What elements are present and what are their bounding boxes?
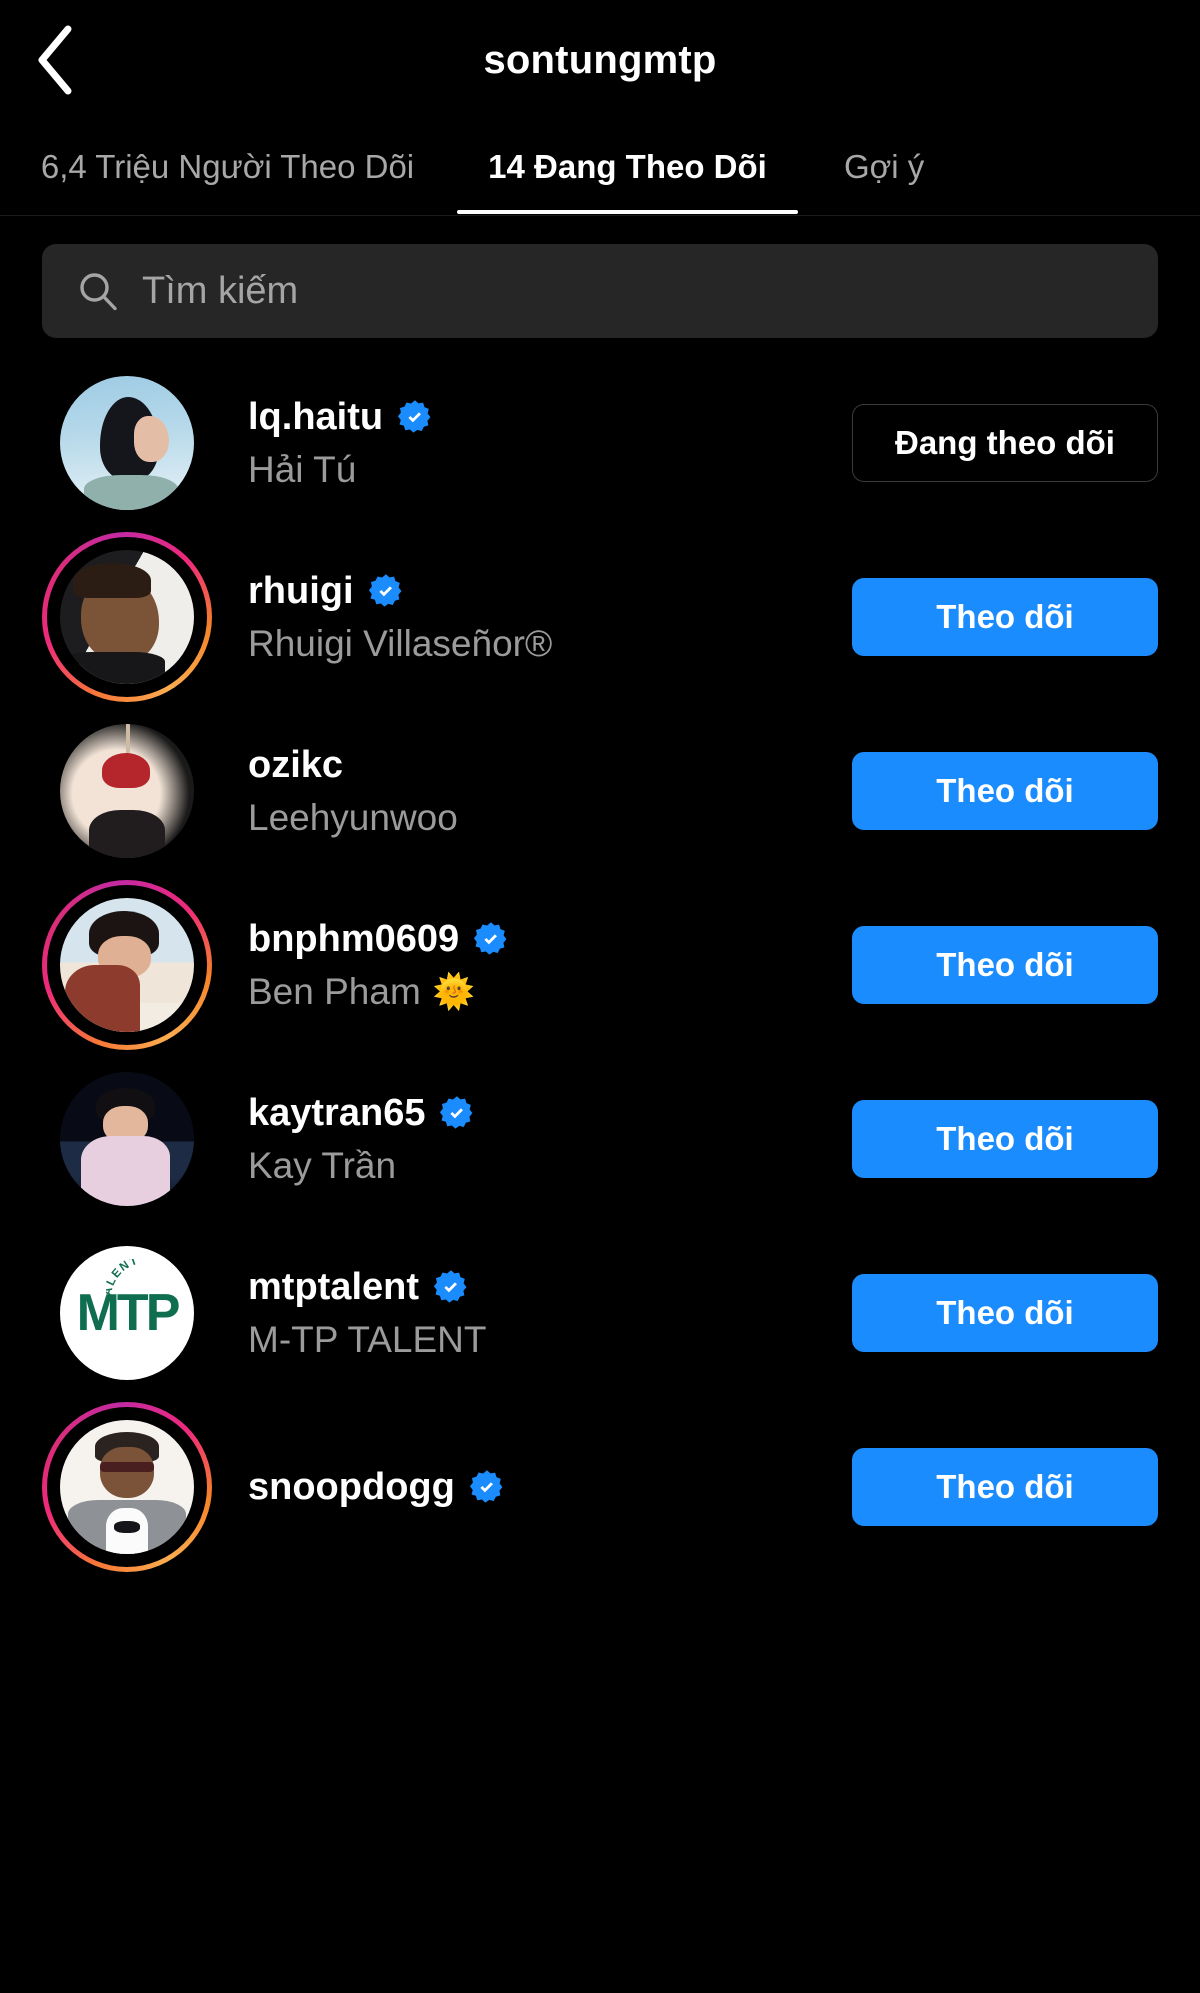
user-meta: ozikc Leehyunwoo [212,744,832,839]
row-action: Theo dõi [852,578,1158,656]
list-item[interactable]: ozikc Leehyunwoo Theo dõi [0,704,1200,878]
verified-badge-icon [473,921,509,957]
list-item[interactable]: rhuigi Rhuigi Villaseñor® Theo dõi [0,530,1200,704]
fullname: M-TP TALENT [248,1318,487,1360]
user-meta: rhuigi Rhuigi Villaseñor® [212,570,832,665]
fullname: Kay Trần [248,1144,397,1186]
tab-following-label: 14 Đang Theo Dõi [488,148,767,185]
search-placeholder: Tìm kiếm [142,269,299,312]
list-item[interactable]: snoopdogg Theo dõi [0,1400,1200,1574]
user-meta: kaytran65 Kay Trần [212,1092,832,1187]
avatar[interactable] [42,1402,212,1572]
page-title: sontungmtp [483,37,717,82]
follow-button[interactable]: Theo dõi [852,1100,1158,1178]
following-button[interactable]: Đang theo dõi [852,404,1158,482]
follow-button[interactable]: Theo dõi [852,578,1158,656]
username[interactable]: snoopdogg [248,1466,455,1509]
user-meta: mtptalent M-TP TALENT [212,1266,832,1361]
verified-badge-icon [469,1469,505,1505]
avatar-image [60,550,194,684]
fullname: Hải Tú [248,448,357,490]
fullname-line: Hải Tú [248,449,832,491]
verified-badge-icon [433,1269,469,1305]
fullname: Rhuigi Villaseñor® [248,622,553,664]
following-list: lq.haitu Hải Tú Đang theo dõi rhuigi Rhu… [0,338,1200,1574]
user-meta: bnphm0609 Ben Pham 🌞 [212,918,832,1013]
mtp-logo-letters: MTP [76,1284,181,1342]
follow-button[interactable]: Theo dõi [852,926,1158,1004]
follow-button[interactable]: Theo dõi [852,1448,1158,1526]
row-action: Theo dõi [852,752,1158,830]
avatar-image [60,724,194,858]
avatar[interactable] [42,880,212,1050]
fullname: Leehyunwoo [248,796,458,838]
back-button[interactable] [18,22,94,98]
list-item[interactable]: TALENT MTP mtptalent M-TP TALENT [0,1226,1200,1400]
fullname-line: Rhuigi Villaseñor® [248,623,832,665]
tab-followers-label: 6,4 Triệu Người Theo Dõi [40,148,415,185]
avatar-image: TALENT MTP [60,1246,194,1380]
username[interactable]: kaytran65 [248,1092,425,1135]
row-action: Theo dõi [852,1274,1158,1352]
chevron-left-icon [32,23,80,97]
row-action: Đang theo dõi [852,404,1158,482]
follow-button[interactable]: Theo dõi [852,752,1158,830]
user-meta: snoopdogg [212,1466,832,1509]
avatar-image [60,376,194,510]
tab-suggestions-label: Gợi ý [844,148,925,185]
tab-followers[interactable]: 6,4 Triệu Người Theo Dõi [0,120,455,214]
username[interactable]: lq.haitu [248,396,383,439]
user-meta: lq.haitu Hải Tú [212,396,832,491]
tab-bar: 6,4 Triệu Người Theo Dõi 14 Đang Theo Dõ… [0,120,1200,216]
avatar[interactable] [42,358,212,528]
avatar[interactable] [42,706,212,876]
list-item[interactable]: kaytran65 Kay Trần Theo dõi [0,1052,1200,1226]
page-header: sontungmtp [0,0,1200,120]
fullname-line: M-TP TALENT [248,1319,832,1361]
avatar[interactable] [42,1054,212,1224]
mtp-logo-text: MTP [60,1283,194,1343]
avatar[interactable] [42,532,212,702]
username[interactable]: rhuigi [248,570,354,613]
follow-button[interactable]: Theo dõi [852,1274,1158,1352]
row-action: Theo dõi [852,926,1158,1004]
username[interactable]: bnphm0609 [248,918,459,961]
verified-badge-icon [368,573,404,609]
verified-badge-icon [397,399,433,435]
list-item[interactable]: bnphm0609 Ben Pham 🌞 Theo dõi [0,878,1200,1052]
fullname: Ben Pham [248,970,421,1012]
row-action: Theo dõi [852,1100,1158,1178]
tab-following[interactable]: 14 Đang Theo Dõi [455,120,800,214]
avatar[interactable]: TALENT MTP [42,1228,212,1398]
username[interactable]: mtptalent [248,1266,419,1309]
search-section: Tìm kiếm [0,216,1200,338]
search-input[interactable]: Tìm kiếm [42,244,1158,338]
fullname-line: Leehyunwoo [248,797,832,839]
avatar-image [60,1420,194,1554]
fullname-line: Ben Pham 🌞 [248,971,832,1013]
avatar-image [60,898,194,1032]
username[interactable]: ozikc [248,744,343,787]
avatar-image [60,1072,194,1206]
verified-badge-icon [439,1095,475,1131]
list-item[interactable]: lq.haitu Hải Tú Đang theo dõi [0,356,1200,530]
sun-with-face-emoji: 🌞 [432,972,476,1011]
row-action: Theo dõi [852,1448,1158,1526]
search-icon [76,269,120,313]
tab-suggestions[interactable]: Gợi ý [800,120,1200,214]
fullname-line: Kay Trần [248,1145,832,1187]
